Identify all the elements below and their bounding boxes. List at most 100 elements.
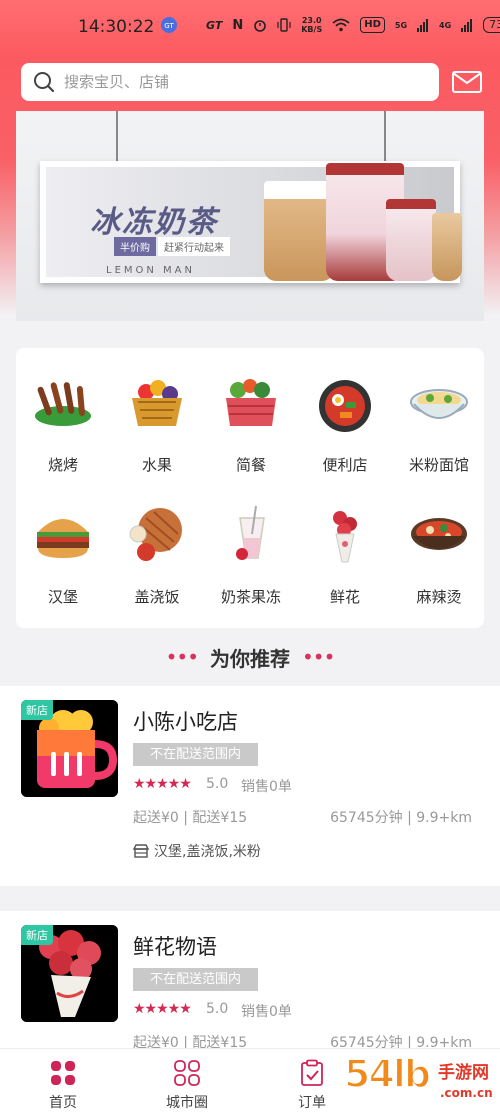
status-icons: GT GT N 23.0 KB/S HD 5G 4G 73 <box>160 16 500 34</box>
banner-card: 冰冻奶茶 半价购 赶紧行动起来 LEMON MAN <box>40 161 462 283</box>
nav-home[interactable]: 首页 <box>23 1059 103 1112</box>
speed-unit: KB/S <box>301 25 323 34</box>
status-time: 14:30:22 <box>78 17 155 37</box>
milk-tea-icon <box>236 505 265 560</box>
category-grid: 烧烤 水果 简餐 便利店 米粉面馆 汉堡 盖浇饭 奶茶果冻 鲜花 麻辣烫 <box>16 348 484 628</box>
category-milk-tea[interactable]: 奶茶果冻 <box>204 480 298 606</box>
speed-value: 23.0 <box>301 16 322 25</box>
wifi-icon <box>332 18 350 32</box>
gt-icon: GT <box>206 18 223 32</box>
rating-value: 5.0 <box>206 1001 229 1017</box>
alarm-icon <box>254 20 267 32</box>
shop-logo: 新店 <box>21 925 118 1022</box>
status-bar: 14:30:22 GT GT N 23.0 KB/S HD 5G 4G 73 <box>0 0 500 56</box>
category-flowers[interactable]: 鲜花 <box>298 480 392 606</box>
order-clipboard-icon <box>301 1059 323 1086</box>
banner-hanger-left <box>116 111 118 161</box>
milk-tea-cup-1 <box>264 181 334 281</box>
category-label: 鲜花 <box>329 588 360 606</box>
shop-name: 小陈小吃店 <box>133 710 238 734</box>
hotpot-icon <box>319 380 371 432</box>
category-burger[interactable]: 汉堡 <box>16 480 110 606</box>
city-circle-icon <box>174 1060 200 1086</box>
sales-count: 销售0单 <box>241 1004 292 1020</box>
shop-name: 鲜花物语 <box>133 935 217 959</box>
new-shop-badge: 新店 <box>21 925 53 945</box>
search-bar[interactable] <box>21 63 439 101</box>
watermark-number: 54lb <box>343 1051 432 1097</box>
battery-icon: 73 <box>483 17 500 33</box>
category-label: 麻辣烫 <box>416 588 462 606</box>
watermark-title: 手游网 <box>438 1063 489 1083</box>
category-meal[interactable]: 简餐 <box>204 348 298 474</box>
delivery-status-tag: 不在配送范围内 <box>133 743 258 766</box>
signal-icon-2 <box>461 18 473 32</box>
category-label: 烧烤 <box>47 456 78 474</box>
nfc-icon: N <box>232 17 244 33</box>
category-label: 盖浇饭 <box>134 588 180 606</box>
search-input[interactable] <box>64 73 394 91</box>
banner-english-text: LEMON MAN <box>106 265 195 276</box>
store-icon <box>133 844 149 858</box>
bbq-icon <box>35 382 91 426</box>
search-icon <box>34 72 55 93</box>
banner-hanger-right <box>384 111 386 161</box>
fee-info: 起送¥0 | 配送¥15 <box>133 1035 248 1048</box>
shop-logo: 新店 <box>21 700 118 797</box>
shop-category-tags: 汉堡,盖浇饭,米粉 <box>133 841 261 861</box>
category-label: 汉堡 <box>47 588 78 606</box>
category-fruit[interactable]: 水果 <box>110 348 204 474</box>
category-label: 水果 <box>141 456 172 474</box>
recommend-title: 为你推荐 <box>210 646 290 671</box>
banner-subtitle: 半价购 <box>114 237 156 256</box>
fruit-basket-icon <box>132 380 182 426</box>
message-envelope-icon[interactable] <box>452 70 482 94</box>
app-notification-icon: GT <box>161 17 177 33</box>
shop-card[interactable]: 新店 鲜花物语 不在配送范围内 ★★★★★ 5.0 销售0单 起送¥0 | 配送… <box>0 911 500 1048</box>
recommend-header: ••• 为你推荐 ••• <box>0 640 500 674</box>
home-grid-icon <box>51 1061 75 1085</box>
category-label: 奶茶果冻 <box>220 588 281 606</box>
milk-tea-cup-3 <box>386 199 436 281</box>
hd-icon: HD <box>360 17 385 33</box>
shop-tags-text: 汉堡,盖浇饭,米粉 <box>154 844 261 860</box>
distance-time: 65745分钟 | 9.9+km <box>330 810 472 826</box>
distance-time: 65745分钟 | 9.9+km <box>330 1035 472 1048</box>
flower-bouquet-icon <box>333 511 357 563</box>
category-rice-bowl[interactable]: 盖浇饭 <box>110 480 204 606</box>
burger-icon <box>37 519 89 558</box>
decor-dots-right: ••• <box>302 645 335 669</box>
spicy-pot-icon <box>411 518 467 550</box>
sales-count: 销售0单 <box>241 779 292 795</box>
nav-label: 城市圈 <box>166 1095 208 1111</box>
category-bbq[interactable]: 烧烤 <box>16 348 110 474</box>
banner-title: 冰冻奶茶 <box>90 205 218 240</box>
signal-5g: 5G <box>394 20 408 30</box>
vegetable-basket-icon <box>226 379 276 426</box>
nav-label: 首页 <box>49 1095 77 1111</box>
category-label: 简餐 <box>235 456 266 474</box>
vibrate-icon <box>277 18 291 32</box>
noodle-bowl-icon <box>410 389 468 419</box>
svg-text:GT: GT <box>164 22 174 30</box>
promo-banner[interactable]: 冰冻奶茶 半价购 赶紧行动起来 LEMON MAN <box>16 111 484 321</box>
site-watermark-logo: 54lb 手游网 .com.cn <box>340 1051 500 1116</box>
shop-card[interactable]: 新店 小陈小吃店 不在配送范围内 ★★★★★ 5.0 销售0单 起送¥0 | 配… <box>0 686 500 886</box>
nav-city-circle[interactable]: 城市圈 <box>147 1059 227 1112</box>
milk-tea-cup-4 <box>432 213 462 281</box>
category-label: 便利店 <box>322 456 368 474</box>
category-label: 米粉面馆 <box>408 456 469 474</box>
watermark-domain: .com.cn <box>440 1086 493 1100</box>
signal-icon <box>417 18 429 32</box>
banner-subtitle-2: 赶紧行动起来 <box>158 237 230 256</box>
category-noodles[interactable]: 米粉面馆 <box>392 348 486 474</box>
new-shop-badge: 新店 <box>21 700 53 720</box>
category-convenience[interactable]: 便利店 <box>298 348 392 474</box>
fee-info: 起送¥0 | 配送¥15 <box>133 810 248 826</box>
signal-4g: 4G <box>439 20 452 30</box>
decor-dots-left: ••• <box>165 645 199 669</box>
network-speed: 23.0 KB/S <box>301 16 322 34</box>
rating-stars: ★★★★★ <box>133 1001 192 1017</box>
category-malatang[interactable]: 麻辣烫 <box>392 480 486 606</box>
rating-stars: ★★★★★ <box>133 776 192 792</box>
